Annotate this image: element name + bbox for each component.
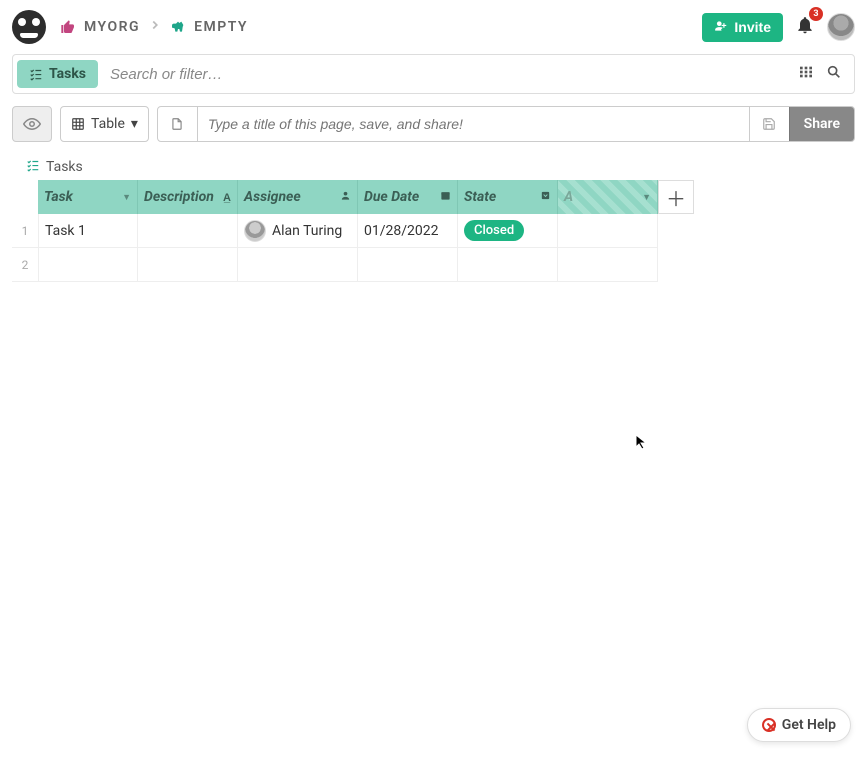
state-pill: Closed	[464, 220, 524, 241]
select-type-icon	[540, 190, 551, 204]
save-icon	[762, 117, 776, 131]
row-number: 1	[12, 214, 38, 248]
table-title: Tasks	[26, 158, 855, 176]
assignee-avatar	[244, 220, 266, 242]
column-header-assignee[interactable]: Assignee	[238, 180, 358, 214]
get-help-button[interactable]: Get Help	[747, 708, 851, 742]
page-icon	[170, 117, 184, 131]
caret-down-icon: ▼	[122, 192, 131, 203]
cell-description[interactable]	[138, 214, 238, 248]
view-selector[interactable]: Table ▾	[60, 106, 149, 142]
page-title-group: Share	[157, 106, 855, 142]
cell-extra[interactable]	[558, 248, 658, 282]
mouse-cursor	[635, 434, 651, 450]
user-avatar[interactable]	[827, 13, 855, 41]
add-column-button[interactable]: ＋	[658, 180, 694, 214]
cell-description[interactable]	[138, 248, 238, 282]
person-type-icon	[340, 190, 351, 204]
user-plus-icon	[714, 19, 728, 36]
get-help-label: Get Help	[782, 717, 836, 733]
table-icon	[71, 117, 85, 131]
cell-assignee[interactable]	[238, 248, 358, 282]
share-button[interactable]: Share	[789, 107, 854, 141]
visibility-button[interactable]	[12, 106, 52, 142]
cell-task[interactable]: Task 1	[38, 214, 138, 248]
row-number: 2	[12, 248, 38, 282]
view-label: Table	[91, 116, 125, 132]
column-header-state[interactable]: State	[458, 180, 558, 214]
search-bar: Tasks	[12, 54, 855, 94]
cell-assignee[interactable]: Alan Turing	[238, 214, 358, 248]
notification-badge: 3	[809, 7, 823, 21]
cell-state[interactable]	[458, 248, 558, 282]
customize-columns-icon[interactable]	[798, 64, 814, 84]
cell-due-date[interactable]	[358, 248, 458, 282]
chevron-down-icon: ▾	[131, 116, 138, 132]
breadcrumb-page[interactable]: EMPTY	[194, 19, 248, 35]
column-header-task[interactable]: Task▼	[38, 180, 138, 214]
thumb-up-icon	[60, 19, 76, 35]
save-button[interactable]	[749, 107, 789, 141]
page-title-input[interactable]	[198, 107, 749, 141]
search-icon[interactable]	[826, 64, 842, 84]
notifications-button[interactable]: 3	[791, 11, 819, 43]
app-logo[interactable]	[12, 10, 46, 44]
list-check-icon	[26, 158, 40, 176]
cell-state[interactable]: Closed	[458, 214, 558, 248]
horse-icon	[170, 19, 186, 35]
breadcrumb-org[interactable]: MYORG	[84, 19, 140, 35]
search-input[interactable]	[102, 66, 786, 83]
breadcrumb: MYORG EMPTY	[60, 18, 248, 36]
tasks-chip[interactable]: Tasks	[17, 60, 98, 88]
invite-button[interactable]: Invite	[702, 13, 783, 42]
cell-due-date[interactable]: 01/28/2022	[358, 214, 458, 248]
column-header-description[interactable]: DescriptionA̲	[138, 180, 238, 214]
column-header-new[interactable]: A▼	[558, 180, 658, 214]
text-type-icon: A̲	[223, 191, 231, 204]
lifebuoy-icon	[762, 718, 776, 732]
share-label: Share	[804, 116, 840, 132]
eye-icon	[23, 115, 41, 133]
data-grid: Task▼ DescriptionA̲ Assignee Due Date St…	[12, 180, 855, 282]
tasks-chip-label: Tasks	[49, 66, 86, 82]
table-title-text: Tasks	[46, 159, 83, 175]
list-check-icon	[29, 67, 43, 81]
cell-extra[interactable]	[558, 214, 658, 248]
rownum-header	[12, 180, 38, 214]
calendar-type-icon	[440, 190, 451, 204]
invite-label: Invite	[734, 19, 771, 35]
cell-task[interactable]	[38, 248, 138, 282]
column-header-due-date[interactable]: Due Date	[358, 180, 458, 214]
caret-down-icon: ▼	[642, 192, 651, 203]
page-icon-button[interactable]	[158, 107, 198, 141]
chevron-right-icon	[148, 18, 162, 36]
